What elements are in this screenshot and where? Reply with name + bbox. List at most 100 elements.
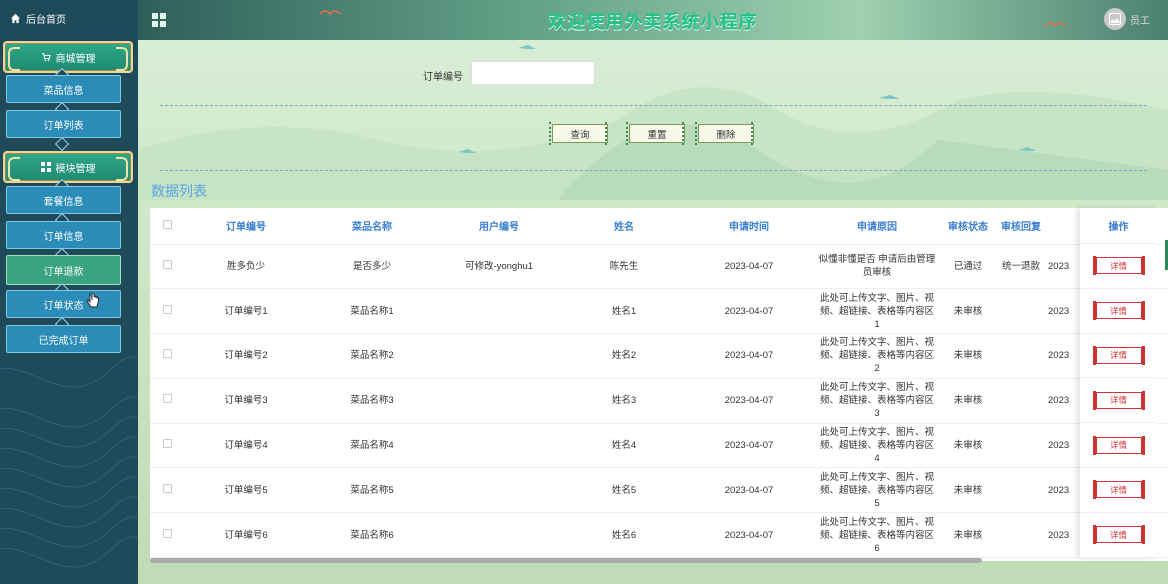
row-select-cell[interactable] [150, 288, 184, 335]
sidebar-group-label: 商城管理 [55, 53, 96, 65]
table-cell: 姓名4 [562, 423, 686, 469]
sidebar-item-package-info[interactable]: 套餐信息 [6, 186, 121, 214]
page-title: 欢迎使用外卖系统小程序 [548, 12, 758, 32]
order-number-input[interactable] [471, 61, 595, 85]
row-checkbox[interactable] [162, 528, 172, 538]
search-label: 订单编号 [423, 72, 463, 83]
delete-button[interactable]: 删除 [695, 122, 754, 145]
sidebar-home-label: 后台首页 [26, 15, 66, 26]
table-cell: 统一退款 [994, 244, 1048, 290]
table-cell: 菜品名称5 [308, 467, 436, 514]
column-header: 订单编号 [184, 208, 308, 245]
row-select-cell[interactable] [150, 244, 184, 290]
detail-button[interactable]: 详情 [1092, 390, 1145, 410]
column-header: 审核回复 [994, 208, 1048, 245]
row-select-cell[interactable] [150, 423, 184, 469]
table-cell: 未审核 [942, 288, 994, 335]
table-cell: 似懂非懂是否 申请后由管理员审核 [812, 244, 942, 290]
table-cell [994, 333, 1048, 379]
table-cell: 订单编号1 [184, 288, 308, 335]
table-cell: 2023-04-07 [686, 512, 812, 559]
table-cell: 陈先生 [562, 244, 686, 290]
column-header: 菜品名称 [308, 208, 436, 245]
table-cell: 胜多负少 [184, 244, 308, 290]
detail-button[interactable]: 详情 [1092, 480, 1145, 500]
query-button[interactable]: 查询 [549, 122, 608, 145]
sidebar-group-label: 模块管理 [55, 163, 96, 175]
user-menu[interactable]: 员工 [1104, 8, 1150, 30]
table-cell: 此处可上传文字、图片、视频、超链接、表格等内容区3 [812, 378, 942, 424]
table-cell [436, 333, 562, 379]
horizontal-scrollbar[interactable] [150, 558, 982, 563]
table-cell: 菜品名称4 [308, 423, 436, 469]
row-checkbox[interactable] [162, 349, 172, 359]
table-cell: 未审核 [942, 423, 994, 469]
main-content: 欢迎使用外卖系统小程序 员工 订单编号 查询 重置 删除 数据列表 订单编号 菜… [138, 0, 1168, 584]
row-checkbox[interactable] [162, 304, 172, 314]
table-cell: 姓名2 [562, 333, 686, 379]
sidebar: 后台首页 商城管理 菜品信息 订单列表 模块管理 套餐信息 订单信息 订单退款 … [0, 0, 138, 584]
table-cell: 2023-04-07 [686, 423, 812, 469]
table-row: 订单编号2 菜品名称2 姓名2 2023-04-07 此处可上传文字、图片、视频… [150, 333, 1168, 379]
select-all-cell[interactable] [150, 208, 184, 245]
table-cell [994, 512, 1048, 559]
divider [160, 170, 1147, 171]
table-cell: 菜品名称6 [308, 512, 436, 559]
detail-button[interactable]: 详情 [1092, 256, 1145, 276]
table-cell: 此处可上传文字、图片、视频、超链接、表格等内容区1 [812, 288, 942, 335]
sidebar-home-link[interactable]: 后台首页 [10, 11, 66, 26]
row-select-cell[interactable] [150, 512, 184, 559]
table-row: 订单编号3 菜品名称3 姓名3 2023-04-07 此处可上传文字、图片、视频… [150, 378, 1168, 424]
sidebar-item-order-info[interactable]: 订单信息 [6, 221, 121, 249]
table-cell: 此处可上传文字、图片、视频、超链接、表格等内容区5 [812, 467, 942, 514]
list-title: 数据列表 [151, 183, 207, 199]
user-label: 员工 [1130, 15, 1150, 27]
row-checkbox[interactable] [162, 394, 172, 404]
row-checkbox[interactable] [162, 483, 172, 493]
column-header: 审核状态 [942, 208, 994, 245]
row-select-cell[interactable] [150, 467, 184, 514]
detail-button[interactable]: 详情 [1092, 301, 1145, 321]
table-cell [436, 378, 562, 424]
row-checkbox[interactable] [162, 259, 172, 269]
table-cell: 订单编号6 [184, 512, 308, 559]
table-cell [436, 423, 562, 469]
column-header: 申请原因 [812, 208, 942, 245]
hand-cursor-icon [86, 292, 99, 308]
detail-button[interactable]: 详情 [1092, 525, 1145, 545]
table-row: 胜多负少 是否多少 可修改-yonghu1 陈先生 2023-04-07 似懂非… [150, 244, 1168, 290]
table-cell [994, 467, 1048, 514]
table-cell: 此处可上传文字、图片、视频、超链接、表格等内容区2 [812, 333, 942, 379]
avatar [1104, 8, 1126, 30]
detail-button[interactable]: 详情 [1092, 345, 1145, 365]
table-row: 订单编号5 菜品名称5 姓名5 2023-04-07 此处可上传文字、图片、视频… [150, 467, 1168, 514]
table-cell: 菜品名称3 [308, 378, 436, 424]
detail-button[interactable]: 详情 [1092, 435, 1145, 455]
sidebar-group-modules[interactable]: 模块管理 [3, 151, 133, 183]
sidebar-item-order-refund[interactable]: 订单退款 [6, 255, 121, 285]
divider [160, 105, 1147, 106]
table-cell: 姓名3 [562, 378, 686, 424]
operation-cell: 详情 [1080, 289, 1157, 334]
sidebar-item-order-status[interactable]: 订单状态 [6, 290, 121, 318]
operation-cell: 详情 [1080, 334, 1157, 379]
row-select-cell[interactable] [150, 333, 184, 379]
sidebar-item-dish-info[interactable]: 菜品信息 [6, 75, 121, 103]
table-cell: 未审核 [942, 467, 994, 514]
column-header: 姓名 [562, 208, 686, 245]
table-cell: 订单编号5 [184, 467, 308, 514]
table-cell: 菜品名称2 [308, 333, 436, 379]
table-cell: 2023-04-07 [686, 244, 812, 290]
row-select-cell[interactable] [150, 378, 184, 424]
sidebar-group-shop[interactable]: 商城管理 [3, 41, 133, 73]
sidebar-item-completed-orders[interactable]: 已完成订单 [6, 325, 121, 353]
table-cell: 未审核 [942, 512, 994, 559]
table-cell: 此处可上传文字、图片、视频、超链接、表格等内容区6 [812, 512, 942, 559]
header-bar: 欢迎使用外卖系统小程序 员工 [138, 0, 1168, 40]
table-cell: 姓名1 [562, 288, 686, 335]
row-checkbox[interactable] [162, 439, 172, 449]
cart-icon [41, 53, 51, 62]
reset-button[interactable]: 重置 [626, 122, 685, 145]
select-all-checkbox[interactable] [162, 219, 172, 229]
sidebar-item-order-list[interactable]: 订单列表 [6, 110, 121, 138]
